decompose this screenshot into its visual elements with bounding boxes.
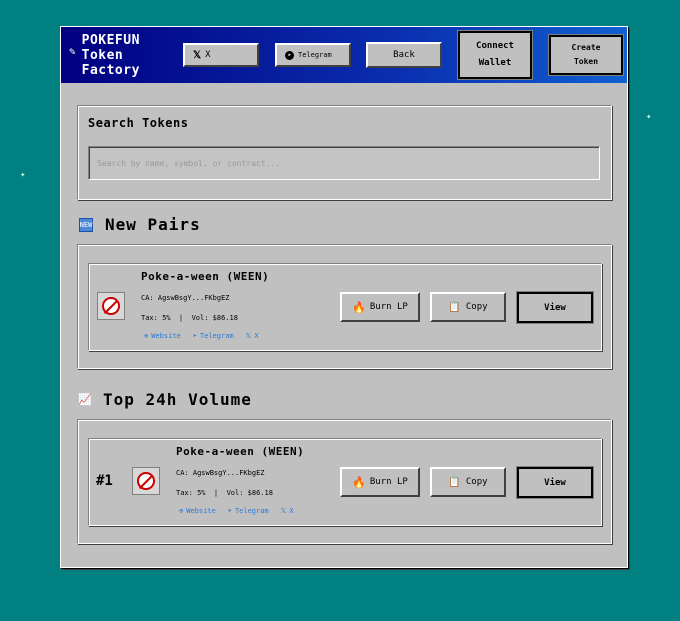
telegram-icon: ➤	[227, 507, 232, 515]
new-pairs-panel: Poke-a-ween (WEEN) CA: AgswBsgY...FKbgEZ…	[77, 244, 612, 369]
pickaxe-icon: ✎	[69, 45, 76, 58]
token-name: Poke-a-ween (WEEN)	[141, 270, 270, 283]
telegram-icon: ➤	[192, 332, 197, 340]
fire-icon: 🔥	[352, 475, 366, 489]
token-card[interactable]: Poke-a-ween (WEEN) CA: AgswBsgY...FKbgEZ…	[88, 263, 602, 351]
token-rank: #1	[96, 473, 113, 489]
connect-label: Connect	[476, 41, 514, 51]
website-label: Website	[151, 332, 181, 340]
copy-label: Copy	[465, 302, 488, 312]
token-links: ⊕ Website ➤ Telegram 𝕏X	[179, 507, 294, 515]
brand[interactable]: ✎ POKEFUN Token Factory	[69, 33, 140, 78]
telegram-link-button[interactable]: ➤ Telegram	[275, 43, 351, 67]
desktop-icon[interactable]: ✦	[20, 170, 25, 180]
search-label: Search Tokens	[88, 116, 189, 130]
token-links: ⊕ Website ➤ Telegram 𝕏X	[144, 332, 259, 340]
token-contract: CA: AgswBsgY...FKbgEZ	[176, 469, 265, 477]
token-stats: Tax: 5% | Vol: $86.18	[176, 489, 273, 497]
website-link[interactable]: ⊕ Website	[179, 507, 216, 515]
clipboard-icon: 📋	[448, 301, 461, 313]
brand-line: Token	[81, 48, 124, 63]
top-volume-panel: #1 Poke-a-ween (WEEN) CA: AgswBsgY...FKb…	[77, 419, 612, 544]
token-stats: Tax: 5% | Vol: $86.18	[141, 314, 238, 322]
telegram-link[interactable]: ➤ Telegram	[193, 332, 234, 340]
burn-label: Burn LP	[369, 477, 408, 487]
fire-icon: 🔥	[352, 300, 366, 314]
view-button[interactable]: View	[516, 291, 594, 324]
section-title: New Pairs	[105, 215, 201, 234]
x-link-label: X	[205, 50, 211, 60]
brand-title: POKEFUN Token Factory	[82, 33, 140, 78]
view-button[interactable]: View	[516, 466, 594, 499]
telegram-link-label: Telegram	[298, 51, 332, 59]
token-logo	[97, 292, 125, 320]
desktop-icon[interactable]: ✦	[646, 112, 651, 122]
header-bar: ✎ POKEFUN Token Factory 𝕏 X ➤ Telegram B…	[61, 27, 627, 83]
new-icon: NEW	[79, 217, 93, 232]
create-label: Token	[573, 57, 599, 66]
telegram-link[interactable]: ➤ Telegram	[228, 507, 269, 515]
app-window: ✎ POKEFUN Token Factory 𝕏 X ➤ Telegram B…	[60, 26, 628, 568]
burn-lp-button[interactable]: 🔥 Burn LP	[340, 292, 420, 322]
token-name: Poke-a-ween (WEEN)	[176, 445, 305, 458]
connect-wallet-button[interactable]: Connect Wallet	[457, 30, 533, 80]
x-link[interactable]: 𝕏X	[246, 332, 259, 340]
create-token-button[interactable]: Create Token	[548, 34, 624, 76]
create-label: Create	[571, 43, 601, 52]
x-link-button[interactable]: 𝕏 X	[183, 43, 259, 67]
token-card[interactable]: #1 Poke-a-ween (WEEN) CA: AgswBsgY...FKb…	[88, 438, 602, 526]
top-volume-heading: 📈 Top 24h Volume	[78, 390, 252, 409]
token-contract: CA: AgswBsgY...FKbgEZ	[141, 294, 230, 302]
copy-button[interactable]: 📋 Copy	[430, 292, 506, 322]
x-icon: 𝕏	[280, 507, 287, 515]
chart-icon: 📈	[78, 393, 92, 406]
token-logo	[132, 467, 160, 495]
x-label: X	[289, 507, 294, 515]
website-label: Website	[186, 507, 216, 515]
connect-label: Wallet	[478, 58, 512, 68]
search-panel: Search Tokens	[77, 105, 612, 200]
globe-icon: ⊕	[144, 332, 149, 340]
view-label: View	[544, 477, 566, 488]
telegram-icon: ➤	[285, 50, 294, 60]
back-button[interactable]: Back	[366, 42, 442, 68]
telegram-label: Telegram	[234, 507, 269, 515]
back-label: Back	[393, 50, 415, 60]
brand-line: Factory	[81, 63, 140, 78]
search-input[interactable]	[88, 146, 600, 180]
x-label: X	[254, 332, 259, 340]
burn-lp-button[interactable]: 🔥 Burn LP	[340, 467, 420, 497]
copy-label: Copy	[465, 477, 488, 487]
website-link[interactable]: ⊕ Website	[144, 332, 181, 340]
burn-label: Burn LP	[369, 302, 408, 312]
copy-button[interactable]: 📋 Copy	[430, 467, 506, 497]
section-title: Top 24h Volume	[103, 390, 252, 409]
view-label: View	[544, 302, 566, 313]
clipboard-icon: 📋	[448, 476, 461, 488]
new-pairs-heading: NEW New Pairs	[79, 215, 201, 234]
x-link[interactable]: 𝕏X	[281, 507, 294, 515]
x-icon: 𝕏	[245, 332, 252, 340]
brand-line: POKEFUN	[81, 33, 140, 48]
globe-icon: ⊕	[179, 507, 184, 515]
telegram-label: Telegram	[199, 332, 234, 340]
x-icon: 𝕏	[193, 49, 202, 61]
